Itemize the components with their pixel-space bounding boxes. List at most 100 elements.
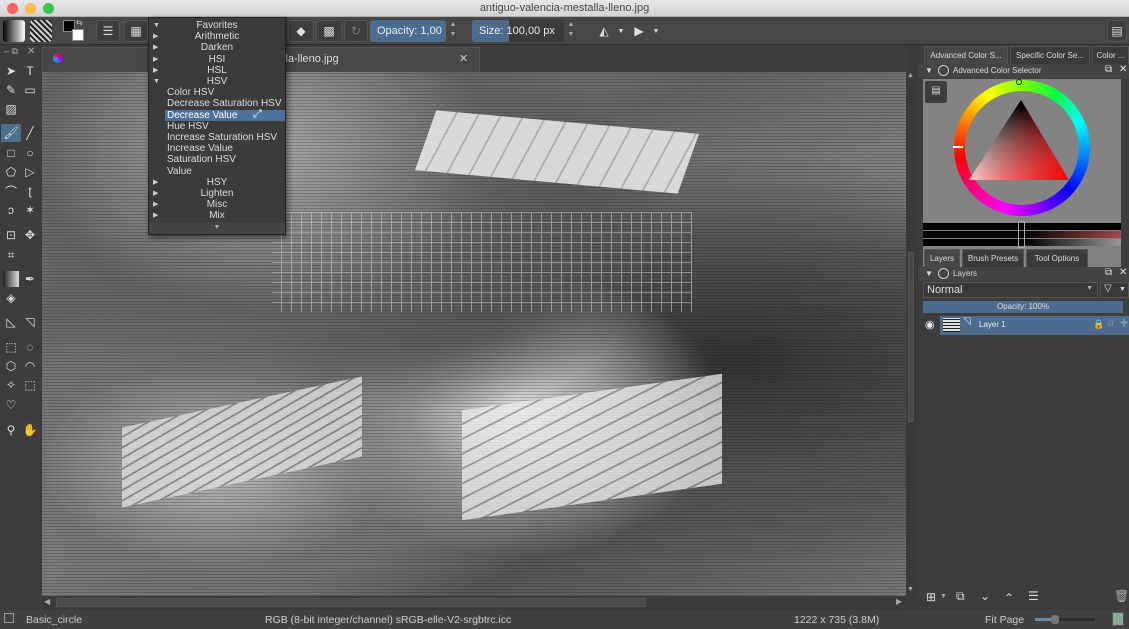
vertical-scroll-thumb[interactable]: [908, 252, 914, 422]
tab-specific-color-selector[interactable]: Specific Color Se...: [1010, 46, 1090, 64]
close-document-icon[interactable]: ✕: [459, 52, 468, 65]
blend-mode-decrease-value[interactable]: Decrease Value ⤢: [165, 108, 285, 121]
blend-mode-select[interactable]: Normal ▼: [923, 282, 1098, 298]
delete-layer-icon[interactable]: 🗑: [1114, 589, 1129, 603]
canvas-preview-icon[interactable]: [1112, 612, 1124, 626]
assistant-tool[interactable]: ◺: [3, 314, 19, 330]
freehand-path-tool[interactable]: ʈ: [22, 183, 38, 199]
scroll-up-icon[interactable]: ▲: [907, 72, 914, 79]
contiguous-selection-tool[interactable]: ✧: [3, 377, 19, 393]
text-tool[interactable]: T: [22, 63, 38, 79]
mirror-horizontal-button[interactable]: ◭: [593, 20, 615, 42]
calligraphy-tool[interactable]: ▭: [22, 82, 38, 98]
close-docker-icon[interactable]: ✕: [1119, 64, 1127, 75]
rectangular-selection-tool[interactable]: ⬚: [3, 339, 19, 355]
blend-mode-increase-value[interactable]: Increase Value: [149, 143, 285, 154]
image-size-info[interactable]: 1222 x 735 (3.8M): [794, 614, 879, 626]
scroll-right-icon[interactable]: ▶: [896, 597, 902, 606]
tab-brush-presets[interactable]: Brush Presets: [962, 249, 1024, 267]
multibrush-tool[interactable]: ✶: [22, 202, 38, 218]
eraser-mode-button[interactable]: ◆: [288, 20, 314, 42]
float-docker-icon[interactable]: ⧉: [1105, 64, 1112, 75]
blend-category-mix[interactable]: ▶ Mix: [149, 210, 285, 221]
layer-opacity-slider[interactable]: Opacity: 100%: [923, 301, 1123, 313]
swap-colors-icon[interactable]: ⇆: [76, 18, 83, 27]
workspace-chooser-button[interactable]: ▤: [1107, 20, 1127, 42]
transform-tool[interactable]: ⊡: [3, 227, 19, 243]
blend-category-arithmetic[interactable]: ▶ Arithmetic: [149, 31, 285, 42]
brush-presets-button[interactable]: ▦: [124, 20, 148, 42]
brush-preset-icon[interactable]: [4, 613, 14, 623]
collapse-arrow-icon[interactable]: ▼: [925, 66, 933, 75]
pan-tool[interactable]: ✋: [22, 422, 38, 438]
select-shapes-tool[interactable]: ➤: [3, 63, 19, 79]
blend-mode-color-hsv[interactable]: Color HSV: [149, 87, 285, 98]
preserve-alpha-button[interactable]: ▩: [316, 20, 342, 42]
polygonal-selection-tool[interactable]: ⬡: [3, 358, 19, 374]
triangle-selector-handle[interactable]: [1016, 79, 1022, 85]
mirror-vertical-button[interactable]: ▶: [628, 20, 650, 42]
edit-shapes-tool[interactable]: ✎: [3, 82, 19, 98]
popup-scroll-down[interactable]: ▼: [149, 222, 285, 234]
pattern-edit-tool[interactable]: ▨: [3, 101, 19, 117]
layer-row[interactable]: ◹ Layer 1 🔒 α ✚: [940, 316, 1129, 335]
ellipse-tool[interactable]: ○: [22, 145, 38, 161]
blend-category-hsl[interactable]: ▶ HSL: [149, 65, 285, 76]
float-docker-icon[interactable]: ⧉: [1105, 267, 1112, 278]
duplicate-layer-icon[interactable]: ⧉: [956, 589, 965, 604]
line-tool[interactable]: ╱: [22, 125, 38, 141]
vertical-scrollbar[interactable]: ▲ ▼: [906, 72, 916, 598]
similar-color-selection-tool[interactable]: ⬚: [22, 377, 38, 393]
opacity-spinner[interactable]: ▲ ▼: [448, 20, 458, 42]
blend-category-misc[interactable]: ▶ Misc: [149, 199, 285, 210]
inherit-alpha-icon[interactable]: ✚: [1120, 318, 1128, 329]
blend-category-hsi[interactable]: ▶ HSI: [149, 54, 285, 65]
zoom-slider[interactable]: [1035, 615, 1095, 624]
horizontal-scrollbar[interactable]: ◀ ▶: [42, 596, 908, 610]
polygon-tool[interactable]: ⬠: [3, 164, 19, 180]
crop-tool[interactable]: ⌗: [3, 247, 19, 263]
zoom-slider-handle[interactable]: [1051, 615, 1059, 624]
blend-category-favorites[interactable]: ▼ Favorites: [149, 20, 285, 31]
lock-docker-icon[interactable]: [938, 65, 949, 76]
close-docker-icon[interactable]: ✕: [1119, 267, 1127, 278]
move-layer-down-icon[interactable]: ⌄: [980, 589, 990, 603]
rectangle-tool[interactable]: □: [3, 145, 19, 161]
move-tool[interactable]: ✥: [22, 227, 38, 243]
hue-ring[interactable]: [953, 79, 1090, 216]
horizontal-scroll-thumb[interactable]: [56, 598, 646, 607]
hue-ring-handle[interactable]: [953, 146, 963, 148]
reload-preset-button[interactable]: ↻: [344, 20, 368, 42]
blend-category-lighten[interactable]: ▶ Lighten: [149, 188, 285, 199]
move-layer-up-icon[interactable]: ⌃: [1004, 591, 1014, 605]
toolbox-close-icon[interactable]: ✕: [27, 46, 35, 57]
zoom-mode-label[interactable]: Fit Page: [985, 614, 1024, 626]
add-layer-dropdown-icon[interactable]: ▼: [940, 593, 947, 600]
zoom-tool[interactable]: ⚲: [3, 422, 19, 438]
dynamic-brush-tool[interactable]: ↄ: [3, 202, 19, 218]
layer-lock-icon[interactable]: 🔒: [1093, 319, 1104, 330]
mirror-vertical-dropdown[interactable]: ▼: [652, 20, 660, 42]
color-picker-tool[interactable]: ✒: [22, 271, 38, 287]
blend-category-hsy[interactable]: ▶ HSY: [149, 177, 285, 188]
bezier-selection-tool[interactable]: ♡: [3, 397, 19, 413]
layer-visibility-eye-icon[interactable]: ◉: [925, 318, 935, 331]
color-selector-settings-button[interactable]: ▤: [925, 81, 947, 103]
tab-advanced-color-selector[interactable]: Advanced Color S...: [924, 46, 1008, 64]
blend-mode-increase-saturation-hsv[interactable]: Increase Saturation HSV: [149, 132, 285, 143]
blend-mode-saturation-hsv[interactable]: Saturation HSV: [149, 154, 285, 165]
freehand-selection-tool[interactable]: ◠: [22, 358, 38, 374]
fg-bg-color-swatch[interactable]: ⇆: [63, 18, 85, 42]
tab-color-more[interactable]: Color ...: [1092, 46, 1129, 64]
background-color[interactable]: [72, 29, 84, 41]
toolbox-float-icon[interactable]: ‒ ⧉: [4, 46, 18, 57]
layer-properties-icon[interactable]: ☰: [1028, 589, 1039, 603]
blend-category-hsv[interactable]: ▼ HSV: [149, 76, 285, 87]
measure-tool[interactable]: ◹: [22, 314, 38, 330]
edit-brush-settings-button[interactable]: ☰: [96, 20, 120, 42]
gradient-tool[interactable]: [3, 271, 19, 287]
mirror-horizontal-dropdown[interactable]: ▼: [617, 20, 625, 42]
fill-tool[interactable]: ◈: [3, 290, 19, 306]
add-layer-icon[interactable]: ⊞: [926, 590, 936, 604]
opacity-slider[interactable]: Opacity: 1,00: [370, 20, 446, 42]
